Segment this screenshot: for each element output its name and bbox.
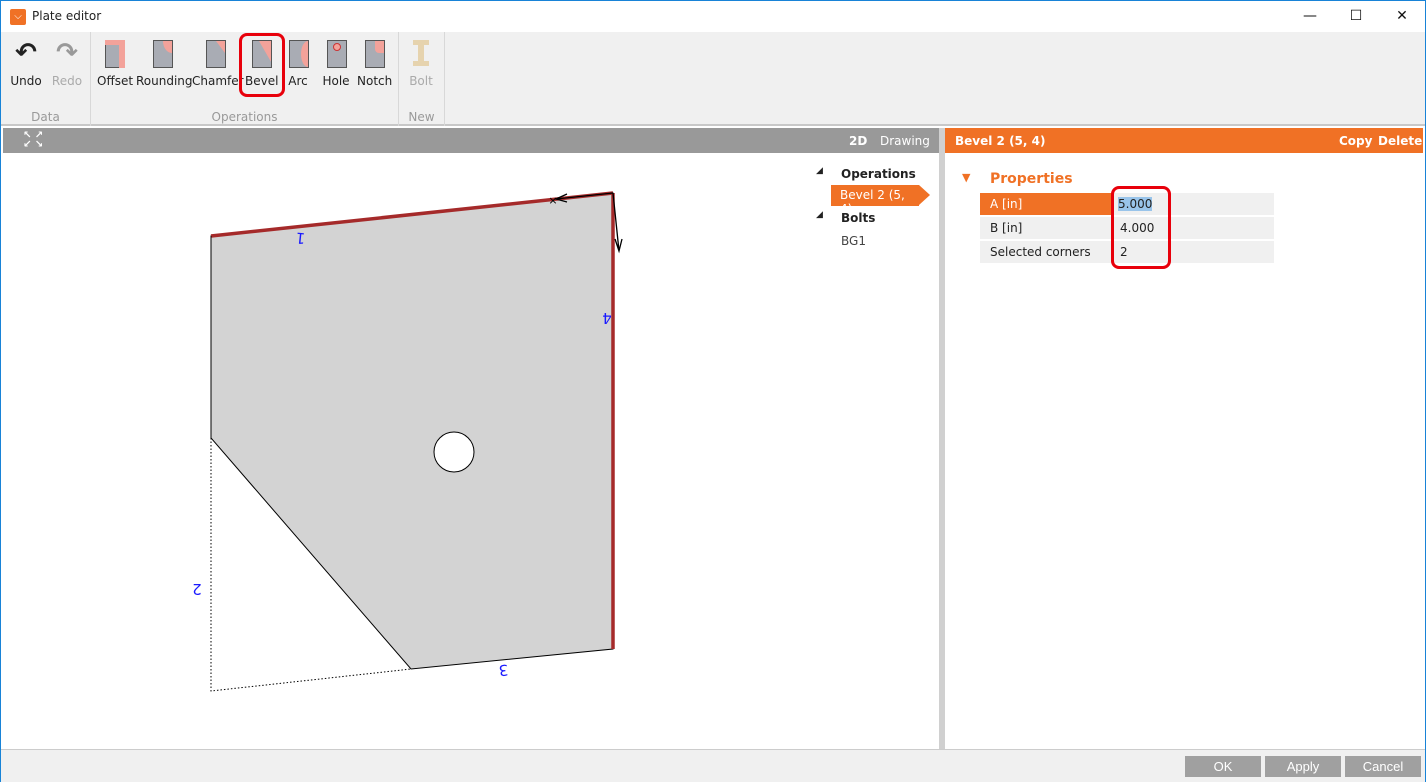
tree-item-bevel[interactable]: Bevel 2 (5, 4) bbox=[831, 185, 919, 216]
window-title: Plate editor bbox=[32, 9, 102, 23]
tree-operations[interactable]: Operations bbox=[841, 167, 916, 181]
property-label: A [in] bbox=[990, 197, 1023, 211]
group-label-data: Data bbox=[31, 110, 60, 124]
mode-2d-button[interactable]: 2D bbox=[849, 134, 867, 148]
arc-icon bbox=[287, 38, 309, 68]
drawing-view-button[interactable]: Drawing bbox=[880, 134, 930, 148]
properties-panel: ▼ Properties A [in] 5.000 B [in] 4.000 S… bbox=[945, 153, 1423, 749]
values-highlight bbox=[1111, 186, 1171, 269]
offset-icon bbox=[103, 38, 125, 68]
corner-mark: × bbox=[548, 194, 557, 207]
divider bbox=[444, 32, 445, 126]
bolt-button[interactable]: Bolt bbox=[405, 38, 437, 88]
notch-icon bbox=[363, 38, 385, 68]
collapse-icon[interactable]: ◢ bbox=[816, 210, 823, 220]
cancel-button[interactable]: Cancel bbox=[1345, 756, 1421, 777]
offset-button[interactable]: Offset bbox=[97, 38, 134, 88]
group-label-operations: Operations bbox=[211, 110, 278, 124]
undo-icon: ↶ bbox=[15, 38, 37, 68]
undo-button[interactable]: ↶ Undo bbox=[9, 38, 43, 88]
close-button[interactable]: ✕ bbox=[1379, 1, 1425, 32]
expand-icon[interactable]: ▼ bbox=[962, 171, 970, 184]
minimize-button[interactable]: — bbox=[1287, 1, 1333, 32]
redo-label: Redo bbox=[51, 74, 83, 88]
bolt-label: Bolt bbox=[409, 74, 433, 88]
redo-button[interactable]: ↷ Redo bbox=[49, 38, 85, 88]
rounding-icon bbox=[151, 38, 173, 68]
tree-item-bg1[interactable]: BG1 bbox=[841, 234, 866, 248]
maximize-button[interactable]: ☐ bbox=[1333, 1, 1379, 32]
hole-label: Hole bbox=[322, 74, 350, 88]
delete-button[interactable]: Delete bbox=[1378, 134, 1422, 148]
edge-label-4: 4 bbox=[602, 309, 612, 327]
undo-label: Undo bbox=[10, 74, 42, 88]
arc-label: Arc bbox=[288, 74, 308, 88]
hole-icon bbox=[325, 38, 347, 68]
property-label: Selected corners bbox=[990, 245, 1091, 259]
arc-button[interactable]: Arc bbox=[286, 38, 310, 88]
ok-button[interactable]: OK bbox=[1185, 756, 1261, 777]
canvas-header: ↖ ↗ ↙ ↘ 2D Drawing bbox=[3, 128, 939, 153]
rounding-label: Rounding bbox=[136, 74, 193, 88]
fit-view-icon[interactable]: ↖ ↗ ↙ ↘ bbox=[23, 131, 43, 150]
tree-bolts[interactable]: Bolts bbox=[841, 211, 875, 225]
notch-button[interactable]: Notch bbox=[357, 38, 393, 88]
edge-label-2: 2 bbox=[192, 580, 202, 598]
apply-button[interactable]: Apply bbox=[1265, 756, 1341, 777]
plate-shape bbox=[210, 192, 614, 670]
edge-label-3: 3 bbox=[498, 661, 509, 680]
chamfer-label: Chamfer bbox=[192, 74, 244, 88]
bolt-icon bbox=[410, 38, 432, 68]
section-title: Properties bbox=[990, 171, 1073, 187]
collapse-icon[interactable]: ◢ bbox=[816, 166, 823, 176]
redo-icon: ↷ bbox=[56, 38, 78, 68]
offset-label: Offset bbox=[97, 74, 134, 88]
property-label: B [in] bbox=[990, 221, 1023, 235]
bevel-highlight bbox=[239, 33, 285, 97]
footer-bar: OK Apply Cancel bbox=[1, 749, 1425, 782]
plate-drawing: × 1 2 3 4 bbox=[192, 191, 623, 692]
ribbon-toolbar: ↶ Undo ↷ Redo Offset Rounding Chamfer Be… bbox=[1, 32, 1425, 126]
group-label-new: New bbox=[408, 110, 435, 124]
copy-button[interactable]: Copy bbox=[1339, 134, 1372, 148]
chamfer-icon bbox=[204, 38, 226, 68]
hole-button[interactable]: Hole bbox=[322, 38, 350, 88]
edge-label-1: 1 bbox=[295, 229, 306, 248]
rounding-button[interactable]: Rounding bbox=[136, 38, 193, 88]
app-logo-icon: ⌵ bbox=[10, 9, 26, 25]
title-bar: ⌵ Plate editor — ☐ ✕ bbox=[1, 1, 1425, 32]
properties-header: Bevel 2 (5, 4) Copy Delete bbox=[945, 128, 1423, 153]
chamfer-button[interactable]: Chamfer bbox=[192, 38, 244, 88]
bolt-hole bbox=[433, 431, 475, 473]
notch-label: Notch bbox=[357, 74, 393, 88]
drawing-canvas[interactable]: × 1 2 3 4 ◢ Operations Bevel 2 (5, 4) ◢ … bbox=[3, 153, 939, 749]
properties-title: Bevel 2 (5, 4) bbox=[955, 134, 1046, 148]
selected-arrow bbox=[919, 185, 930, 205]
